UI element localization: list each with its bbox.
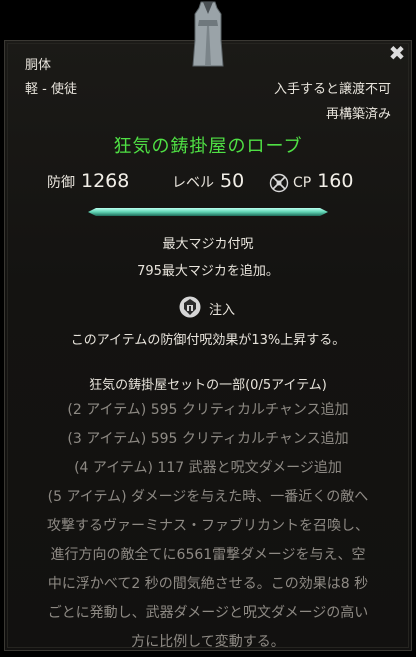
armor-value: 1268: [81, 170, 130, 192]
armor-label: 防御: [47, 175, 75, 191]
set-bonus-line: 進行方向の敵全てに6561雷撃ダメージを与え、空: [50, 547, 366, 563]
robe-icon: [192, 1, 224, 67]
enchantment-value: 795: [137, 264, 162, 279]
set-bonus-line: (2 アイテム) 595 クリティカルチャンス追加: [67, 402, 349, 418]
enchantment-text: 最大マジカを追加。: [161, 264, 279, 279]
set-bonus-line: (5 アイテム) ダメージを与えた時、一番近くの敵へ: [47, 489, 369, 505]
enchantment-description: 795最大マジカを追加。: [0, 260, 416, 279]
item-slot: 胴体: [25, 58, 52, 73]
set-bonus-line: ごとに発動し、武器ダメージと呪文ダメージの高い: [47, 605, 369, 621]
item-stats: 防御 1268 レベル 50 CP 160: [0, 170, 416, 198]
cp-value: 160: [317, 170, 354, 192]
set-bonus-line: 攻撃するヴァーミナス・ファブリカントを召喚し、: [47, 518, 369, 534]
level-stat: レベル 50: [172, 170, 244, 192]
armor-weight: 軽 - 使徒: [25, 82, 77, 97]
level-label: レベル: [172, 175, 214, 191]
set-bonus-line: (4 アイテム) 117 武器と呪文ダメージ追加: [74, 460, 342, 476]
cp-stat: CP 160: [269, 170, 354, 193]
bind-status: 入手すると譲渡不可: [273, 82, 391, 97]
set-bonus-list: (2 アイテム) 595 クリティカルチャンス追加 (3 アイテム) 595 ク…: [0, 396, 416, 657]
infused-trait-icon: [179, 296, 201, 318]
item-name: 狂気の鋳掛屋のローブ: [113, 136, 303, 157]
cp-label: CP: [293, 175, 312, 191]
set-bonus-line: 中に浮かべて2 秒の間気絶させる。この効果は8 秒: [47, 576, 369, 592]
reconstructed-status: 再構築済み: [325, 107, 391, 122]
close-icon[interactable]: ✖: [388, 43, 406, 63]
set-bonus-line: (3 アイテム) 595 クリティカルチャンス追加: [67, 431, 349, 447]
level-value: 50: [220, 170, 245, 192]
trait-name: 注入: [209, 303, 236, 318]
armor-stat: 防御 1268: [47, 170, 129, 192]
set-bonus-line: 方に比例して変動する。: [131, 634, 285, 650]
enchantment-title: 最大マジカ付呪: [162, 237, 254, 252]
champion-point-icon: [269, 173, 289, 193]
set-title: 狂気の鋳掛屋セットの一部(0/5アイテム): [89, 378, 327, 393]
trait-description: このアイテムの防御付呪効果が13%上昇する。: [70, 333, 346, 348]
item-condition-bar: [88, 208, 328, 216]
